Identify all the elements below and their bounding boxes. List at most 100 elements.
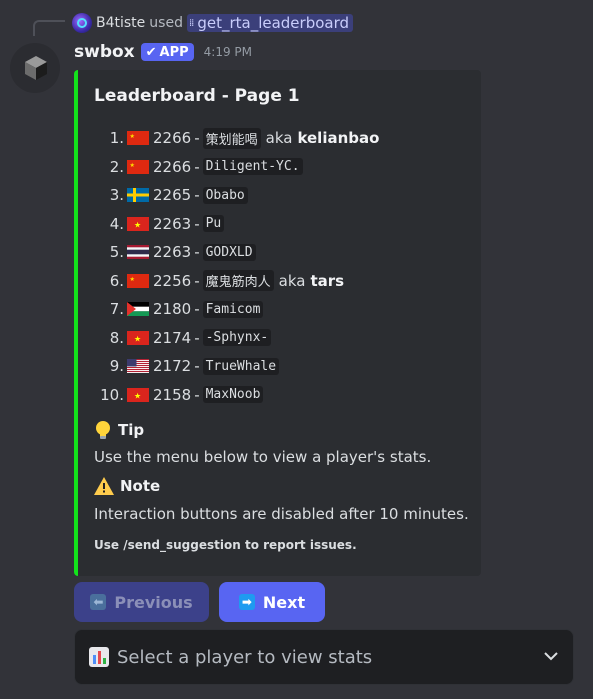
row-score: 2266 [153,157,192,176]
tip-heading: Tip [94,420,144,440]
leaderboard-row: 7. 2180- Famicom [94,295,379,324]
row-score: 2266 [153,129,192,148]
flag-ps-icon [127,302,149,317]
next-button-label: Next [262,592,306,612]
row-score: 2158 [153,385,192,404]
message-header: swbox ✔ APP 4:19 PM [74,42,252,62]
player-name: GODXLD [202,243,256,261]
flag-cn-icon: ★ [127,159,149,174]
row-rank: 7. [109,300,124,319]
next-button[interactable]: ➡ Next [219,582,325,622]
flag-vn-icon: ★ [127,387,149,402]
player-alias: tars [310,271,345,290]
row-separator: - [194,357,200,376]
row-separator: - [194,214,200,233]
svg-text:★: ★ [134,334,141,343]
leaderboard-row: 9. 2172- TrueWhale [94,352,379,381]
aka-text: aka [265,129,293,148]
verified-check-icon: ✔ [145,44,157,60]
slash-command-icon: ⁞⁞ [188,17,194,29]
flag-cn-icon: ★ [127,273,149,288]
command-name: get_rta_leaderboard [197,14,350,32]
row-separator: - [194,243,200,262]
reply-context[interactable]: B4tiste used ⁞⁞ get_rta_leaderboard [72,12,354,34]
leaderboard-list: 1. ★ 2266- 策划能喝 aka kelianbao 2. ★ 2266- Diligent… [94,124,379,409]
command-chip[interactable]: ⁞⁞ get_rta_leaderboard [186,14,354,32]
flag-cn-icon: ★ [127,131,149,146]
row-rank: 10. [100,385,124,404]
row-separator: - [194,385,200,404]
row-score: 2265 [153,186,192,205]
svg-text:★: ★ [134,391,141,400]
left-arrow-icon: ⬅ [90,594,107,610]
svg-text:★: ★ [134,220,141,229]
player-name: -Sphynx- [202,329,272,347]
player-alias: kelianbao [297,129,380,148]
bot-username[interactable]: swbox [74,42,135,62]
embed-footer: Use /send_suggestion to report issues. [94,538,357,552]
player-name: Diligent-YC. [202,158,303,176]
lightbulb-icon [96,421,110,439]
row-rank: 1. [109,129,124,148]
flag-th-icon [127,245,149,260]
row-separator: - [194,186,200,205]
player-name: 策划能喝 [202,127,261,149]
reply-connector [33,20,65,36]
message-timestamp[interactable]: 4:19 PM [204,45,252,59]
previous-button[interactable]: ⬅ Previous [74,582,209,622]
leaderboard-row: 4. ★ 2263- Pu [94,210,379,239]
row-rank: 9. [109,357,124,376]
cube-icon [25,56,47,80]
previous-button-label: Previous [114,592,193,612]
bot-avatar[interactable] [10,43,60,93]
row-separator: - [194,328,200,347]
note-title: Note [120,477,161,495]
note-text: Interaction buttons are disabled after 1… [94,505,469,523]
leaderboard-row: 2. ★ 2266- Diligent-YC. [94,153,379,182]
flag-us-icon [127,359,149,374]
row-score: 2256 [153,271,192,290]
tip-text: Use the menu below to view a player's st… [94,448,432,466]
player-name: Obabo [202,186,248,204]
player-name: 魔鬼筋肉人 [202,270,274,292]
row-separator: - [194,157,200,176]
player-name: Pu [202,215,225,233]
leaderboard-row: 1. ★ 2266- 策划能喝 aka kelianbao [94,124,379,153]
row-separator: - [194,271,200,290]
chevron-down-icon [544,652,558,661]
leaderboard-row: 10. ★ 2158- MaxNoob [94,381,379,410]
app-badge-label: APP [159,44,189,60]
app-badge: ✔ APP [140,43,194,61]
row-rank: 2. [109,157,124,176]
note-heading: Note [94,477,160,495]
leaderboard-embed: Leaderboard - Page 1 1. ★ 2266- 策划能喝 aka keli… [74,70,481,576]
leaderboard-row: 6. ★ 2256- 魔鬼筋肉人 aka tars [94,267,379,296]
row-separator: - [194,300,200,319]
row-rank: 6. [109,271,124,290]
tip-title: Tip [118,421,145,439]
row-score: 2263 [153,243,192,262]
select-placeholder: Select a player to view stats [117,646,373,668]
flag-se-icon [127,188,149,203]
aka-text: aka [278,271,306,290]
player-select[interactable]: Select a player to view stats [74,629,574,685]
svg-text:★: ★ [130,162,135,169]
embed-title: Leaderboard - Page 1 [94,86,300,106]
leaderboard-row: 3. 2265- Obabo [94,181,379,210]
replier-name[interactable]: B4tiste [96,15,145,31]
row-score: 2174 [153,328,192,347]
row-rank: 3. [109,186,124,205]
flag-vn-icon: ★ [127,330,149,345]
replier-avatar[interactable] [72,13,92,33]
bar-chart-icon [89,647,109,667]
player-name: TrueWhale [202,357,280,375]
row-rank: 5. [109,243,124,262]
reply-used-text: used [149,15,183,31]
svg-text:★: ★ [130,133,135,140]
row-score: 2172 [153,357,192,376]
right-arrow-icon: ➡ [238,594,255,610]
flag-vn-icon: ★ [127,216,149,231]
row-rank: 8. [109,328,124,347]
row-score: 2263 [153,214,192,233]
leaderboard-row: 8. ★ 2174- -Sphynx- [94,324,379,353]
